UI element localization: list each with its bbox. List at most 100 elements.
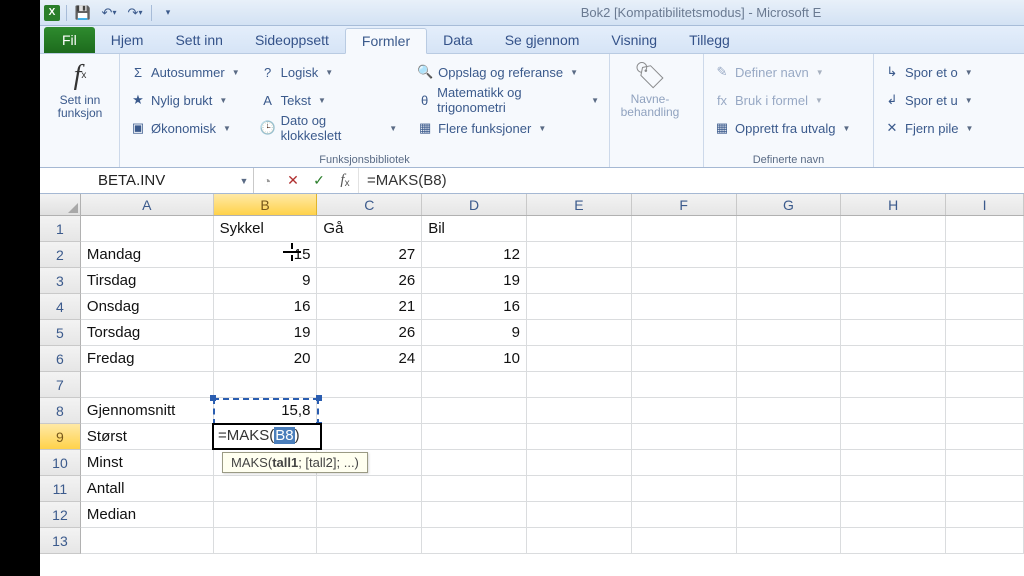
cell[interactable] [946,294,1024,320]
chevron-down-icon[interactable]: ▼ [235,176,253,186]
cell[interactable] [632,398,737,424]
column-header[interactable]: I [946,194,1024,215]
row-header[interactable]: 13 [40,528,81,554]
cell[interactable]: 15 [214,242,318,268]
save-button[interactable]: 💾 [73,3,93,23]
cell[interactable] [841,502,946,528]
column-header[interactable]: F [632,194,737,215]
selection-handle[interactable] [316,395,322,401]
ribbon-oppslag-og-referanse-button[interactable]: 🔍Oppslag og referanse▼ [413,60,603,84]
enter-button[interactable]: ✓ [306,172,332,189]
cell[interactable]: Tirsdag [81,268,214,294]
cell[interactable] [422,528,527,554]
cell[interactable]: Mandag [81,242,214,268]
cell[interactable] [737,450,842,476]
ribbon-fjern-pile-button[interactable]: ✕Fjern pile▼ [880,116,1008,140]
row-header[interactable]: 2 [40,242,81,268]
cell[interactable]: 24 [317,346,422,372]
row-header[interactable]: 3 [40,268,81,294]
cell[interactable]: Median [81,502,214,528]
cell[interactable] [214,476,318,502]
name-box[interactable]: BETA.INV ▼ [40,168,254,193]
cell[interactable] [841,476,946,502]
formula-input[interactable]: =MAKS(B8) [359,168,1024,193]
cell[interactable] [214,528,318,554]
cell[interactable] [527,528,632,554]
selection-handle[interactable] [210,395,216,401]
row-header[interactable]: 12 [40,502,81,528]
undo-button[interactable]: ↶▾ [99,3,119,23]
cell[interactable] [841,320,946,346]
cell[interactable] [317,476,422,502]
cell[interactable] [214,502,318,528]
cell[interactable]: 10 [422,346,527,372]
cell[interactable]: Størst [81,424,214,450]
cell[interactable] [527,398,632,424]
cell[interactable] [632,528,737,554]
cell[interactable]: 26 [317,268,422,294]
cell[interactable] [527,320,632,346]
cell[interactable] [632,268,737,294]
cell[interactable] [737,398,842,424]
cell[interactable] [632,502,737,528]
cell[interactable] [527,242,632,268]
cell[interactable] [422,502,527,528]
cell[interactable] [946,216,1024,242]
ribbon-tekst-button[interactable]: ATekst▼ [256,88,401,112]
cancel-button[interactable]: ✕ [280,172,306,189]
cell[interactable] [946,528,1024,554]
cell[interactable] [422,398,527,424]
cell[interactable] [527,268,632,294]
cell[interactable] [841,346,946,372]
cell[interactable]: 9 [214,268,318,294]
ribbon-flere-funksjoner-button[interactable]: ▦Flere funksjoner▼ [413,116,603,140]
row-header[interactable]: 11 [40,476,81,502]
column-header[interactable]: D [422,194,527,215]
cell[interactable] [841,424,946,450]
spreadsheet-grid[interactable]: ABCDEFGHI 1SykkelGåBil2Mandag1527123Tirs… [40,194,1024,554]
cell[interactable] [737,372,842,398]
cell[interactable] [81,528,214,554]
cell[interactable] [946,476,1024,502]
ribbon-logisk-button[interactable]: ?Logisk▼ [256,60,401,84]
cell[interactable]: 19 [422,268,527,294]
cell[interactable] [422,372,527,398]
cell[interactable]: Sykkel [214,216,318,242]
cell[interactable]: Minst [81,450,214,476]
cell[interactable] [737,476,842,502]
redo-button[interactable]: ↷▾ [125,3,145,23]
row-header[interactable]: 8 [40,398,81,424]
ribbon-spor-et-u-button[interactable]: ↲Spor et u▼ [880,88,1008,112]
selection-handle[interactable] [316,422,322,428]
cell[interactable] [737,502,842,528]
cell[interactable] [317,502,422,528]
row-header[interactable]: 5 [40,320,81,346]
column-header[interactable]: G [737,194,842,215]
cell[interactable]: 15,8 [214,398,318,424]
ribbon-opprett-fra-utvalg-button[interactable]: ▦Opprett fra utvalg▼ [710,116,867,140]
cell[interactable] [841,242,946,268]
cell[interactable] [632,424,737,450]
cell[interactable] [317,528,422,554]
cell[interactable]: Gå [317,216,422,242]
cell[interactable] [737,346,842,372]
cell[interactable] [81,372,214,398]
ribbon-autosummer-button[interactable]: ΣAutosummer▼ [126,60,244,84]
cell[interactable]: 9 [422,320,527,346]
file-tab[interactable]: Fil [44,27,95,53]
row-header[interactable]: 7 [40,372,81,398]
cell[interactable] [946,502,1024,528]
cell[interactable]: 20 [214,346,318,372]
tab-tillegg[interactable]: Tillegg [673,27,746,53]
column-header[interactable]: A [81,194,214,215]
cell[interactable] [737,242,842,268]
cell[interactable]: 21 [317,294,422,320]
cell[interactable] [632,372,737,398]
cell[interactable]: 16 [214,294,318,320]
tab-visning[interactable]: Visning [595,27,673,53]
cell[interactable] [632,216,737,242]
cell[interactable] [946,346,1024,372]
cell[interactable]: 12 [422,242,527,268]
cell[interactable] [632,242,737,268]
cell[interactable] [527,216,632,242]
